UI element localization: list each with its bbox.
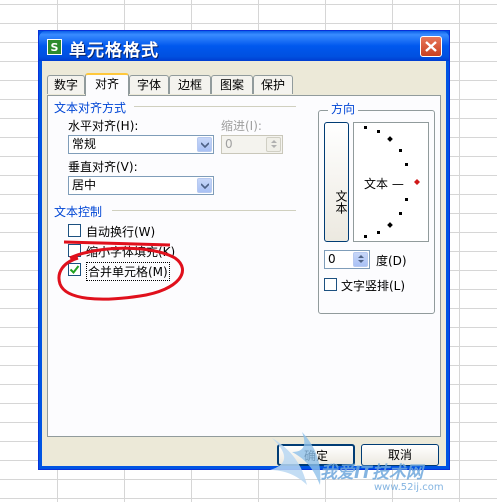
watermark-title: 我爱IT技术网	[320, 463, 423, 483]
watermark: 我爱IT技术网 www.52ij.com	[262, 430, 492, 500]
tab-alignment[interactable]: 对齐	[85, 73, 129, 96]
watermark-url: www.52ij.com	[374, 482, 444, 493]
circle-annotation	[57, 246, 184, 301]
red-annotation-overlay	[57, 240, 184, 301]
strikethrough-annotation	[63, 240, 171, 247]
